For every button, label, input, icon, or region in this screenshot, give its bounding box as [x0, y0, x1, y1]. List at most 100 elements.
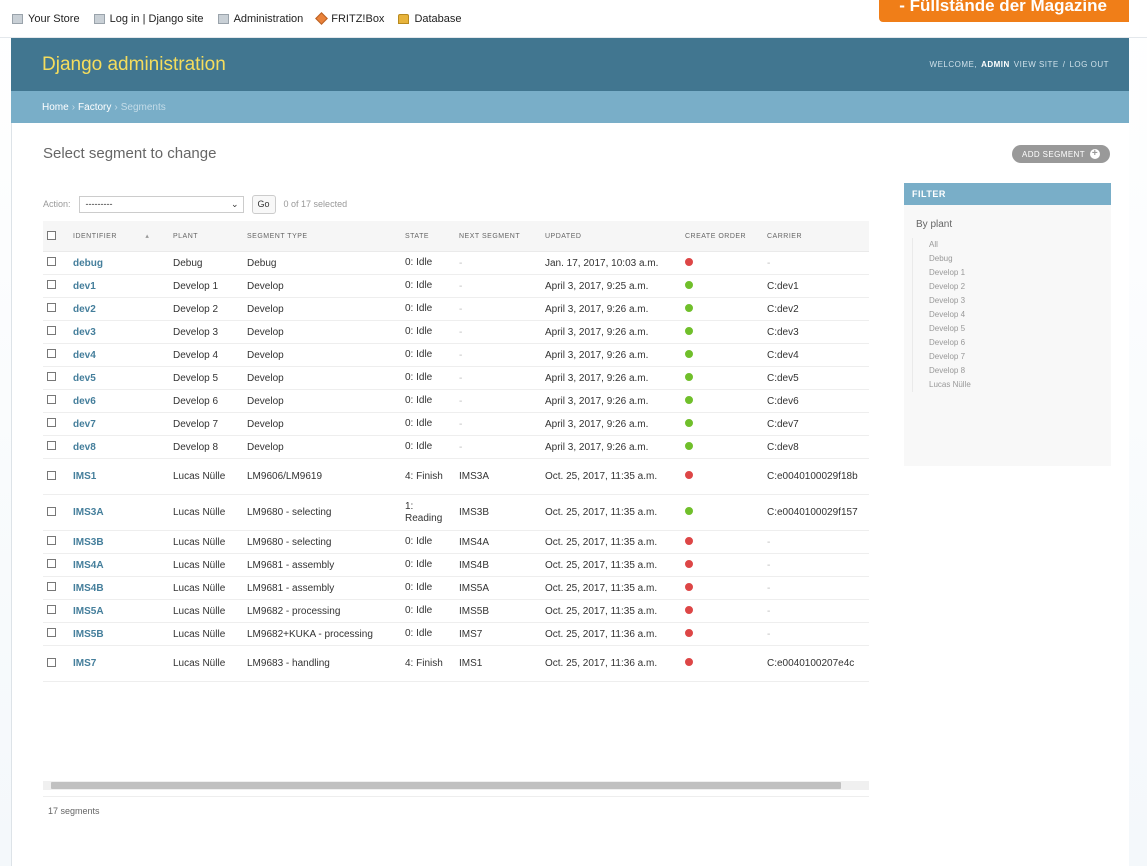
column-header-segment-type[interactable]: SEGMENT TYPE	[243, 221, 401, 252]
row-checkbox[interactable]	[47, 326, 56, 335]
filter-option[interactable]: Lucas Nülle	[925, 378, 1111, 392]
identifier-link[interactable]: IMS5A	[73, 606, 104, 617]
site-brand[interactable]: Django administration	[42, 54, 226, 76]
bookmark-database[interactable]: Database	[398, 12, 462, 25]
identifier-link[interactable]: dev5	[73, 373, 96, 384]
log-out-link[interactable]: LOG OUT	[1069, 60, 1109, 69]
row-select-cell[interactable]	[43, 622, 69, 646]
filter-option[interactable]: Develop 1	[925, 266, 1111, 280]
filter-option[interactable]: Develop 7	[925, 350, 1111, 364]
column-header-carrier[interactable]: CARRIER	[763, 221, 869, 252]
row-select-cell[interactable]	[43, 599, 69, 623]
filter-option[interactable]: All	[925, 238, 1111, 252]
table-row: dev7 Develop 7 Develop 0: Idle - April 3, 201…	[43, 412, 869, 436]
row-checkbox[interactable]	[47, 372, 56, 381]
identifier-link[interactable]: dev2	[73, 304, 96, 315]
bookmark-fritzbox[interactable]: FRITZ!Box	[315, 12, 384, 25]
identifier-link[interactable]: IMS3A	[73, 507, 104, 518]
action-select[interactable]: --------- ⌄	[78, 195, 244, 213]
filter-option[interactable]: Develop 5	[925, 322, 1111, 336]
row-select-cell[interactable]	[43, 553, 69, 577]
row-select-cell[interactable]	[43, 458, 69, 495]
identifier-link[interactable]: IMS7	[73, 658, 96, 669]
bookmark-label: Your Store	[28, 12, 80, 25]
identifier-link[interactable]: IMS4B	[73, 583, 104, 594]
identifier-link[interactable]: IMS4A	[73, 560, 104, 571]
row-checkbox[interactable]	[47, 303, 56, 312]
column-header-next-segment[interactable]: NEXT SEGMENT	[455, 221, 541, 252]
select-all-cell[interactable]	[43, 221, 69, 252]
identifier-link[interactable]: dev4	[73, 350, 96, 361]
row-select-cell[interactable]	[43, 320, 69, 344]
scrollbar-thumb[interactable]	[51, 782, 841, 789]
row-checkbox[interactable]	[47, 441, 56, 450]
identifier-link[interactable]: IMS1	[73, 471, 96, 482]
bookmark-your-store[interactable]: Your Store	[12, 13, 80, 25]
filter-option[interactable]: Develop 8	[925, 364, 1111, 378]
row-select-cell[interactable]	[43, 343, 69, 367]
row-select-cell[interactable]	[43, 530, 69, 554]
identifier-link[interactable]: debug	[73, 258, 103, 269]
row-select-cell[interactable]	[43, 435, 69, 459]
row-select-cell[interactable]	[43, 366, 69, 390]
yes-icon	[685, 372, 693, 381]
breadcrumb-factory[interactable]: Factory	[78, 102, 111, 113]
filter-option[interactable]: Develop 3	[925, 294, 1111, 308]
column-header-state[interactable]: STATE	[401, 221, 455, 252]
cell-updated: April 3, 2017, 9:26 a.m.	[541, 412, 681, 436]
row-checkbox[interactable]	[47, 506, 56, 516]
identifier-link[interactable]: dev8	[73, 442, 96, 453]
row-checkbox[interactable]	[47, 559, 56, 568]
row-checkbox[interactable]	[47, 349, 56, 358]
view-site-link[interactable]: VIEW SITE	[1014, 60, 1059, 69]
add-segment-button[interactable]: ADD SEGMENT +	[1012, 145, 1110, 163]
identifier-link[interactable]: dev1	[73, 281, 96, 292]
cell-create-order	[681, 320, 763, 344]
column-header-create-order[interactable]: CREATE ORDER	[681, 221, 763, 252]
row-select-cell[interactable]	[43, 494, 69, 531]
row-checkbox[interactable]	[47, 418, 56, 427]
selection-counter: 0 of 17 selected	[283, 199, 348, 209]
row-checkbox[interactable]	[47, 536, 56, 545]
cell-segment-type: LM9606/LM9619	[243, 458, 401, 495]
identifier-link[interactable]: dev3	[73, 327, 96, 338]
row-checkbox[interactable]	[47, 628, 56, 637]
row-select-cell[interactable]	[43, 389, 69, 413]
filter-option[interactable]: Develop 6	[925, 336, 1111, 350]
row-checkbox[interactable]	[47, 280, 56, 289]
horizontal-scrollbar[interactable]	[43, 781, 869, 790]
cell-plant: Lucas Nülle	[169, 622, 243, 646]
breadcrumb-home[interactable]: Home	[42, 102, 69, 113]
column-header-identifier[interactable]: IDENTIFIER ▴	[69, 221, 169, 252]
bookmark-label: Database	[414, 12, 462, 25]
identifier-link[interactable]: IMS5B	[73, 629, 104, 640]
identifier-link[interactable]: dev7	[73, 419, 96, 430]
row-select-cell[interactable]	[43, 297, 69, 321]
cell-carrier: C:dev1	[763, 274, 869, 298]
filter-option[interactable]: Develop 4	[925, 308, 1111, 322]
row-select-cell[interactable]	[43, 576, 69, 600]
no-icon	[685, 559, 693, 568]
filter-option[interactable]: Develop 2	[925, 280, 1111, 294]
row-checkbox[interactable]	[47, 582, 56, 591]
row-checkbox[interactable]	[47, 605, 56, 614]
bookmark-administration[interactable]: Administration	[217, 13, 303, 25]
row-checkbox[interactable]	[47, 257, 56, 266]
row-select-cell[interactable]	[43, 645, 69, 682]
identifier-link[interactable]: dev6	[73, 396, 96, 407]
column-header-updated[interactable]: UPDATED	[541, 221, 681, 252]
row-select-cell[interactable]	[43, 251, 69, 275]
row-checkbox[interactable]	[47, 470, 56, 480]
identifier-link[interactable]: IMS3B	[73, 537, 104, 548]
cell-state: 0: Idle	[401, 622, 455, 646]
go-button[interactable]: Go	[251, 194, 276, 214]
bookmark-django-login[interactable]: Log in | Django site	[93, 13, 204, 25]
column-header-plant[interactable]: PLANT	[169, 221, 243, 252]
cell-segment-type: Develop	[243, 343, 401, 367]
select-all-checkbox[interactable]	[47, 230, 56, 240]
row-checkbox[interactable]	[47, 395, 56, 404]
row-select-cell[interactable]	[43, 274, 69, 298]
filter-option[interactable]: Debug	[925, 252, 1111, 266]
row-checkbox[interactable]	[47, 657, 56, 667]
row-select-cell[interactable]	[43, 412, 69, 436]
